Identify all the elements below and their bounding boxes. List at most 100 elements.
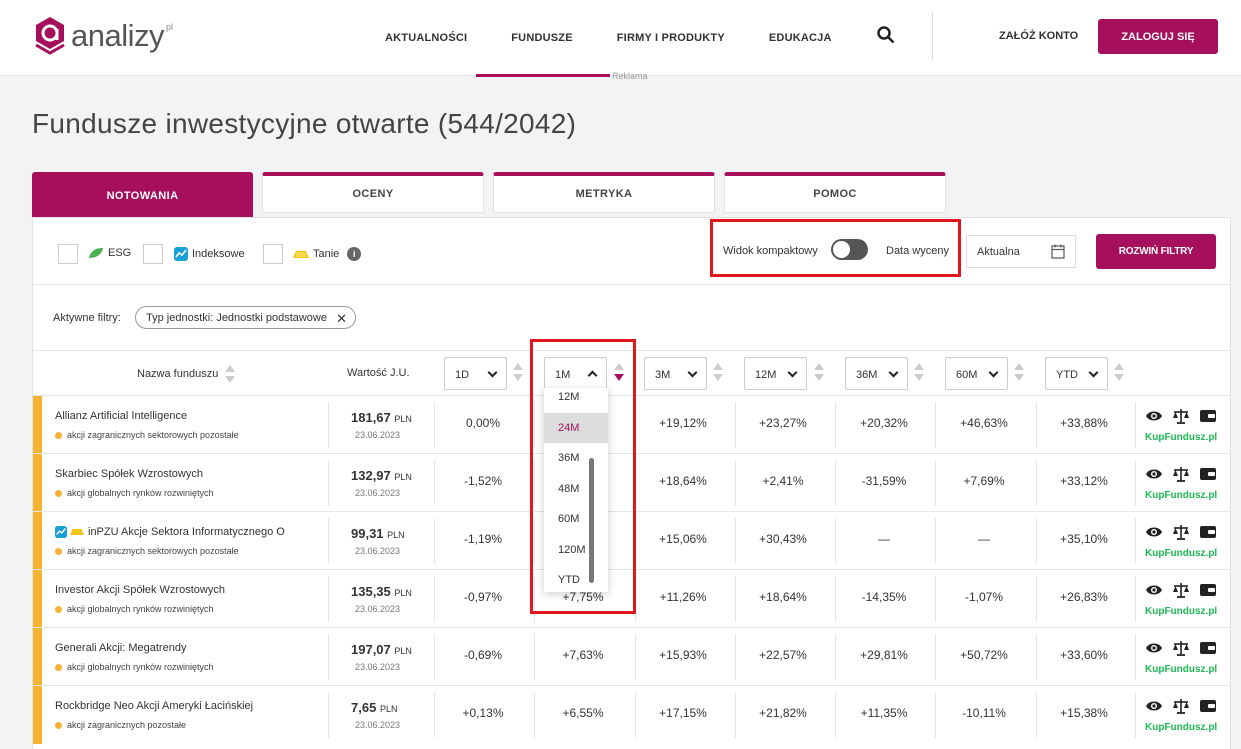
return-cell: +7,69% [963,474,1005,488]
tab-notowania[interactable]: NOTOWANIA [32,172,253,217]
compare-scale-icon[interactable] [1172,582,1190,598]
sort-icon[interactable] [914,363,924,381]
eye-icon[interactable] [1145,698,1163,714]
return-cell: +46,63% [960,416,1008,430]
column-header-name[interactable]: Nazwa funduszu [137,368,218,380]
analizy-logo[interactable]: analizy pl [33,15,173,55]
buy-link[interactable]: KupFundusz.pl [1145,722,1217,733]
sort-icon[interactable] [814,363,824,381]
wallet-icon[interactable] [1199,582,1217,598]
cheap-checkbox[interactable] [263,244,283,264]
register-link[interactable]: ZAŁÓŻ KONTO [999,30,1078,42]
period-select-60m[interactable]: 60M [945,357,1008,390]
nav-item-edukacja[interactable]: EDUKACJA [747,0,854,76]
tab-pomoc[interactable]: POMOC [724,172,946,213]
period-select-12m[interactable]: 12M [744,357,807,390]
wallet-icon[interactable] [1199,466,1217,482]
compare-scale-icon[interactable] [1172,466,1190,482]
category-dot [55,605,62,613]
return-cell: +0,13% [462,706,504,720]
logo-mark-icon [33,15,67,55]
compare-scale-icon[interactable] [1172,698,1190,714]
wallet-icon[interactable] [1199,698,1217,714]
column-separator [1135,402,1136,448]
buy-link[interactable]: KupFundusz.pl [1145,490,1217,501]
nav-item-aktualnosci[interactable]: AKTUALNOŚCI [363,0,489,76]
compact-view-toggle[interactable] [831,239,868,260]
period-select-36m[interactable]: 36M [845,357,908,390]
eye-icon[interactable] [1145,582,1163,598]
category-text: akcji globalnych rynków rozwiniętych [67,488,214,498]
eye-icon[interactable] [1145,466,1163,482]
esg-checkbox[interactable] [58,244,78,264]
eye-icon[interactable] [1145,524,1163,540]
period-select-3m[interactable]: 3M [644,357,707,390]
return-cell: +33,12% [1060,474,1108,488]
compare-scale-icon[interactable] [1172,524,1190,540]
fund-name[interactable]: Allianz Artificial Intelligence [55,410,187,422]
category-text: akcji zagranicznych sektorowych pozostał… [67,546,239,556]
dropdown-highlight-box [530,339,636,614]
period-select-1d[interactable]: 1D [444,357,507,390]
eye-icon[interactable] [1145,640,1163,656]
chevron-down-icon [988,367,999,378]
compare-scale-icon[interactable] [1172,640,1190,656]
tab-oceny[interactable]: OCENY [262,172,484,213]
search-icon[interactable] [877,26,895,44]
buy-link[interactable]: KupFundusz.pl [1145,432,1217,443]
sort-icon[interactable] [713,363,723,381]
sort-icon[interactable] [1114,363,1124,381]
sort-icon[interactable] [513,363,523,381]
buy-link[interactable]: KupFundusz.pl [1145,548,1217,559]
fund-category: akcji zagranicznych sektorowych pozostał… [55,546,239,556]
expand-filters-button[interactable]: ROZWIŃ FILTRY [1096,234,1216,269]
price-value: 135,35 [351,584,391,599]
fund-name[interactable]: Generali Akcji: Megatrendy [55,642,186,654]
wallet-icon[interactable] [1199,408,1217,424]
period-select-ytd[interactable]: YTD [1045,357,1108,390]
remove-filter-icon[interactable]: ✕ [336,311,347,327]
buy-link[interactable]: KupFundusz.pl [1145,664,1217,675]
sort-icon[interactable] [1014,363,1024,381]
tab-metryka[interactable]: METRYKA [493,172,715,213]
logo-sup: pl [166,22,174,32]
esg-text: ESG [108,247,132,259]
return-cell: -0,97% [463,590,503,604]
sort-icon[interactable] [225,365,235,383]
compare-scale-icon[interactable] [1172,408,1190,424]
cheap-label: Tanie i [293,247,362,261]
chevron-down-icon [888,367,899,378]
column-separator [328,460,329,506]
wallet-icon[interactable] [1199,640,1217,656]
logo-text: analizy [71,18,165,53]
unit-price: 132,97 PLN [351,468,412,483]
category-stripe [33,628,42,686]
currency: PLN [394,588,412,598]
nav-item-fundusze[interactable]: FUNDUSZE [476,0,610,77]
fund-name[interactable]: inPZU Akcje Sektora Informatycznego O [55,526,285,539]
wallet-icon[interactable] [1199,524,1217,540]
fund-name[interactable]: Investor Akcji Spółek Wzrostowych [55,584,225,596]
eye-icon[interactable] [1145,408,1163,424]
price-value: 7,65 [351,700,377,715]
row-actions [1145,408,1217,424]
period-value: 1D [455,369,470,381]
active-filter-chip[interactable]: Typ jednostki: Jednostki podstawowe ✕ [135,306,356,329]
calendar-icon[interactable] [1051,244,1065,259]
column-header-value[interactable]: Wartość J.U. [347,367,410,379]
index-checkbox[interactable] [143,244,163,264]
buy-link[interactable]: KupFundusz.pl [1145,606,1217,617]
table-row[interactable]: Generali Akcji: Megatrendy akcji globalny… [33,627,1230,686]
return-cell: -1,19% [463,532,503,546]
table-row[interactable]: Rockbridge Neo Akcji Ameryki Łacińskiej a… [33,685,1230,744]
return-cell: +23,27% [759,416,807,430]
fund-name-text: Allianz Artificial Intelligence [55,410,188,422]
chevron-down-icon [687,367,698,378]
fund-name[interactable]: Rockbridge Neo Akcji Ameryki Łacińskiej [55,700,253,712]
login-button[interactable]: ZALOGUJ SIĘ [1098,19,1218,54]
info-icon[interactable]: i [347,247,362,261]
return-cell: +15,06% [659,532,707,546]
nav-item-firmy-i-produkty[interactable]: FIRMY I PRODUKTY [595,0,747,76]
category-stripe [33,512,42,570]
fund-name[interactable]: Skarbiec Spółek Wzrostowych [55,468,203,480]
